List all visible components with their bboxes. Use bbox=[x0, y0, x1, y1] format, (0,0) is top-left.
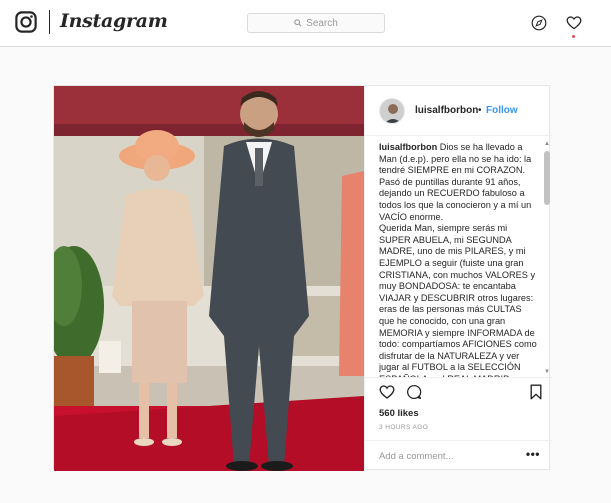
separator-dot: • bbox=[478, 105, 482, 116]
comment-input[interactable]: Add a comment... bbox=[379, 451, 453, 462]
likes-count[interactable]: 560 likes bbox=[379, 408, 419, 419]
heart-icon[interactable] bbox=[566, 15, 582, 31]
top-navigation-bar: Instagram Search bbox=[0, 0, 611, 47]
post-actions bbox=[379, 384, 544, 402]
post-sidebar: luisalfborbon • Follow luisalfborbon Dio… bbox=[364, 86, 552, 471]
caption: luisalfborbon Dios se ha llevado a Man (… bbox=[379, 142, 539, 377]
post-card: luisalfborbon • Follow luisalfborbon Dio… bbox=[53, 85, 552, 471]
follow-button[interactable]: Follow bbox=[486, 105, 518, 116]
like-heart-icon[interactable] bbox=[379, 384, 395, 400]
scrollbar[interactable]: ▲ ▼ bbox=[544, 141, 550, 375]
search-placeholder: Search bbox=[306, 17, 338, 29]
compass-icon[interactable] bbox=[531, 15, 547, 31]
comment-bar: Add a comment... ••• bbox=[365, 440, 552, 471]
instagram-logo-icon[interactable] bbox=[15, 11, 37, 33]
notification-dot bbox=[572, 35, 575, 38]
scroll-up-arrow-icon[interactable]: ▲ bbox=[544, 141, 550, 147]
post-photo[interactable] bbox=[54, 86, 364, 471]
scrollbar-thumb[interactable] bbox=[544, 151, 550, 205]
scroll-down-arrow-icon[interactable]: ▼ bbox=[544, 369, 550, 375]
photo-illustration bbox=[54, 86, 364, 471]
caption-username[interactable]: luisalfborbon bbox=[379, 142, 437, 152]
search-input[interactable]: Search bbox=[247, 13, 385, 33]
caption-scroll-area[interactable]: luisalfborbon Dios se ha llevado a Man (… bbox=[365, 137, 552, 378]
logo-divider bbox=[49, 10, 50, 34]
comment-icon[interactable] bbox=[406, 384, 422, 400]
bookmark-icon[interactable] bbox=[529, 384, 543, 400]
search-icon bbox=[294, 19, 302, 27]
avatar-image bbox=[380, 99, 404, 123]
avatar[interactable] bbox=[379, 98, 405, 124]
more-options-button[interactable]: ••• bbox=[526, 447, 540, 461]
instagram-wordmark[interactable]: Instagram bbox=[60, 10, 168, 32]
caption-text: Dios se ha llevado a Man (d.e.p). pero e… bbox=[379, 142, 537, 377]
post-header: luisalfborbon • Follow bbox=[365, 86, 552, 136]
post-timestamp[interactable]: 3 HOURS AGO bbox=[379, 424, 428, 431]
author-handle[interactable]: luisalfborbon bbox=[415, 105, 478, 116]
